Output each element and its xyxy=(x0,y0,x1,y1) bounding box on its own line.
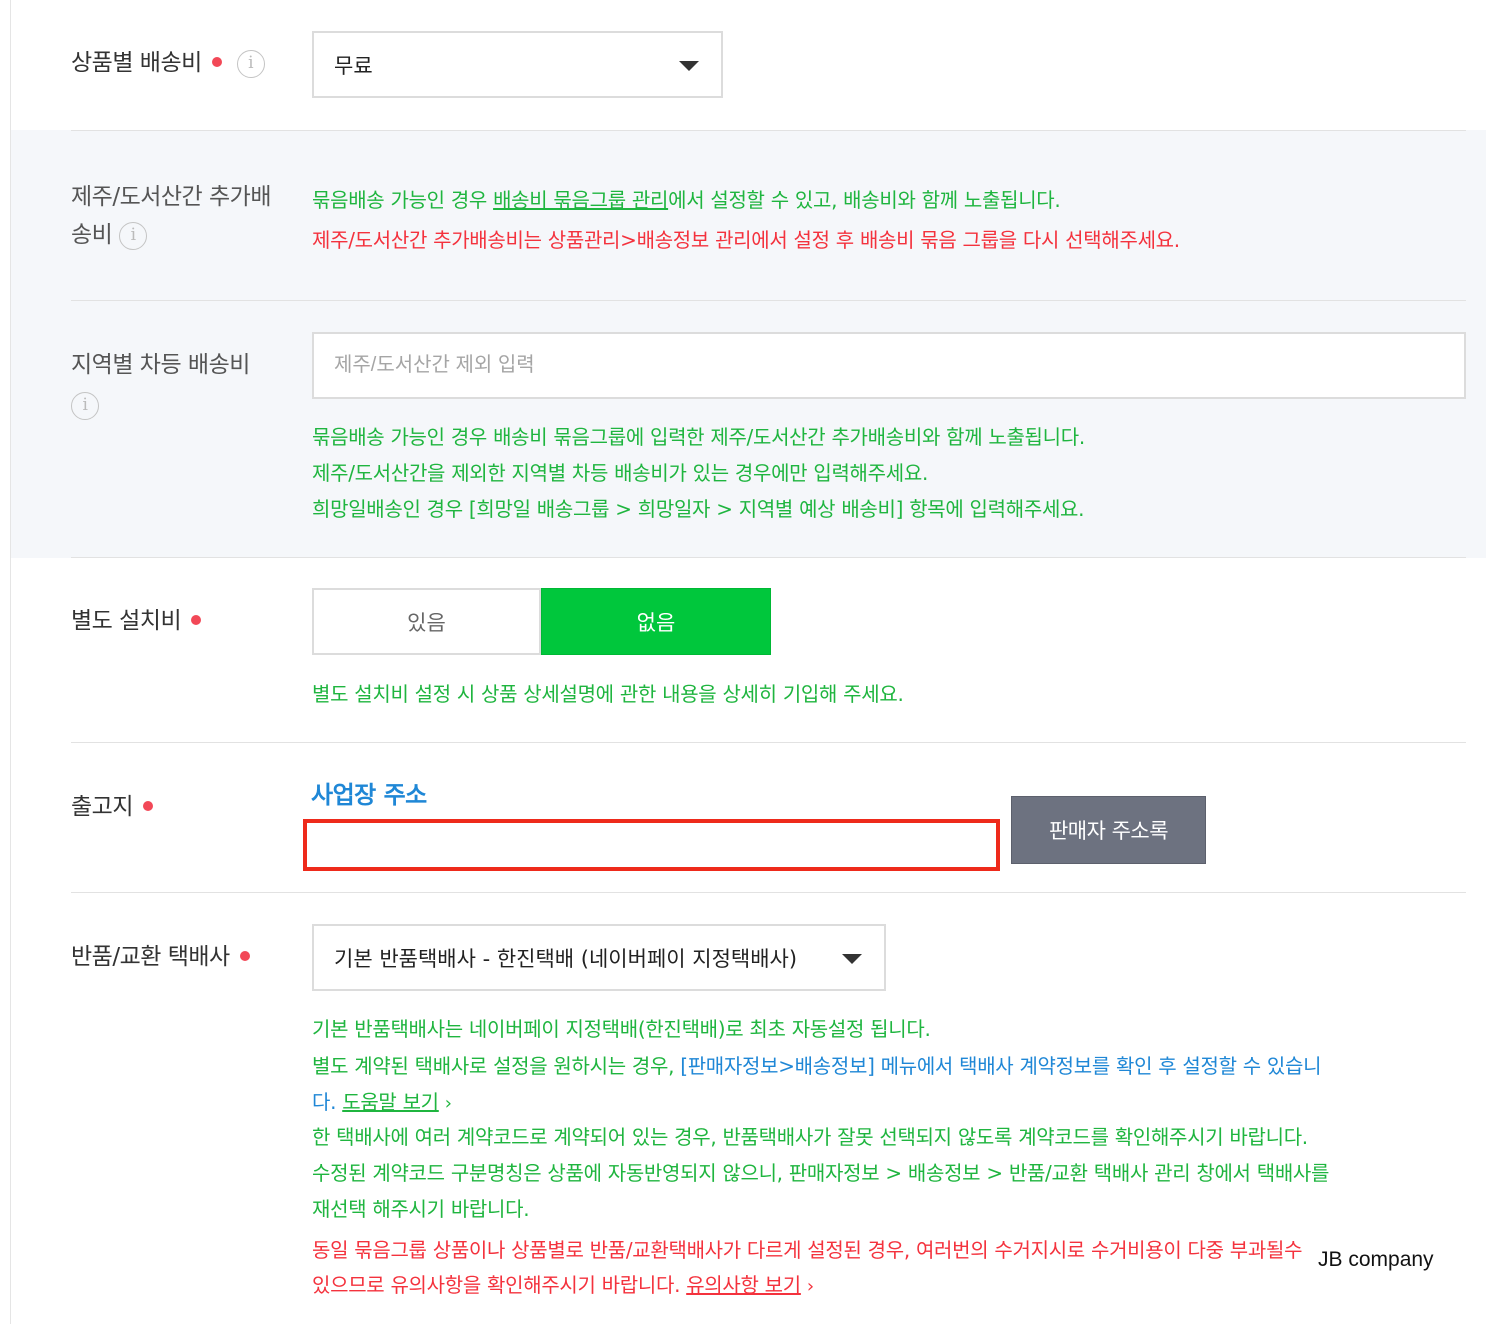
select-value: 기본 반품택배사 - 한진택배 (네이버페이 지정택배사) xyxy=(334,946,798,971)
divider xyxy=(71,892,1466,893)
chevron-down-icon xyxy=(679,60,699,71)
regional-fee-label: 지역별 차등 배송비 i xyxy=(71,346,250,424)
return-courier-select[interactable]: 기본 반품택배사 - 한진택배 (네이버페이 지정택배사) xyxy=(312,924,886,991)
regional-fee-help-line2: 제주/도서산간을 제외한 지역별 차등 배송비가 있는 경우에만 입력해주세요. xyxy=(312,461,928,485)
divider xyxy=(71,300,1466,301)
return-courier-help-line5: 수정된 계약코드 구분명칭은 상품에 자동반영되지 않으니, 판매자정보 > 배… xyxy=(312,1161,1330,1185)
installation-fee-label: 별도 설치비 xyxy=(71,602,202,640)
installation-fee-no-button[interactable]: 없음 xyxy=(541,588,771,655)
watermark-text: JB company xyxy=(1318,1248,1434,1271)
regional-fee-input[interactable] xyxy=(312,332,1466,399)
divider xyxy=(71,130,1466,131)
required-dot xyxy=(211,56,222,67)
chevron-right-icon: › xyxy=(806,1276,814,1297)
regional-fee-help-line1: 묶음배송 가능인 경우 배송비 묶음그룹에 입력한 제주/도서산간 추가배송비와… xyxy=(312,425,1085,449)
return-courier-warning-line1: 동일 묶음그룹 상품이나 상품별로 반품/교환택배사가 다르게 설정된 경우, … xyxy=(312,1238,1303,1262)
jeju-island-fee-label: 제주/도서산간 추가배 송비 i xyxy=(71,184,272,250)
return-courier-help-line2: 별도 계약된 택배사로 설정을 원하시는 경우, [판매자정보>배송정보] 메뉴… xyxy=(312,1054,1322,1078)
installation-fee-help: 별도 설치비 설정 시 상품 상세설명에 관한 내용을 상세히 기입해 주세요. xyxy=(312,682,904,706)
chevron-right-icon: › xyxy=(444,1093,452,1114)
bundle-group-manage-link[interactable]: 배송비 묶음그룹 관리 xyxy=(493,188,668,212)
info-icon[interactable]: i xyxy=(236,49,265,78)
chevron-down-icon xyxy=(842,953,862,964)
notice-view-link[interactable]: 유의사항 보기 xyxy=(686,1273,801,1297)
info-icon[interactable]: i xyxy=(71,391,99,420)
jeju-fee-help-line1: 묶음배송 가능인 경우 배송비 묶음그룹 관리에서 설정할 수 있고, 배송비와… xyxy=(312,188,1061,212)
seller-info-shipping-link[interactable]: [판매자정보>배송정보] xyxy=(680,1054,875,1078)
select-value: 무료 xyxy=(334,53,373,78)
required-dot xyxy=(191,614,202,625)
return-courier-warning-line2: 있으므로 유의사항을 확인해주시기 바랍니다. 유의사항 보기 › xyxy=(312,1267,814,1305)
business-address-title: 사업장 주소 xyxy=(311,781,427,809)
required-dot xyxy=(142,800,153,811)
return-courier-help-line3: 다. 도움말 보기 › xyxy=(312,1084,452,1122)
return-courier-help-line4: 한 택배사에 여러 계약코드로 계약되어 있는 경우, 반품택배사가 잘못 선택… xyxy=(312,1125,1308,1149)
product-shipping-fee-select[interactable]: 무료 xyxy=(312,31,723,98)
business-address-field[interactable] xyxy=(303,819,1000,871)
seller-address-book-button[interactable]: 판매자 주소록 xyxy=(1011,796,1206,864)
return-courier-help-line1: 기본 반품택배사는 네이버페이 지정택배(한진택배)로 최초 자동설정 됩니다. xyxy=(312,1017,931,1041)
divider xyxy=(71,557,1466,558)
return-courier-help-line6: 재선택 해주시기 바랍니다. xyxy=(312,1197,530,1221)
return-courier-label: 반품/교환 택배사 xyxy=(71,938,250,976)
shipping-origin-label: 출고지 xyxy=(71,788,153,826)
divider xyxy=(71,742,1466,743)
installation-fee-yes-button[interactable]: 있음 xyxy=(312,588,541,655)
help-view-link[interactable]: 도움말 보기 xyxy=(342,1090,439,1114)
jeju-fee-warning: 제주/도서산간 추가배송비는 상품관리>배송정보 관리에서 설정 후 배송비 묶… xyxy=(312,228,1180,252)
product-shipping-fee-label: 상품별 배송비 i xyxy=(71,44,265,82)
required-dot xyxy=(239,950,250,961)
info-icon[interactable]: i xyxy=(119,221,148,250)
regional-fee-help-line3: 희망일배송인 경우 [희망일 배송그룹 > 희망일자 > 지역별 예상 배송비]… xyxy=(312,497,1085,521)
